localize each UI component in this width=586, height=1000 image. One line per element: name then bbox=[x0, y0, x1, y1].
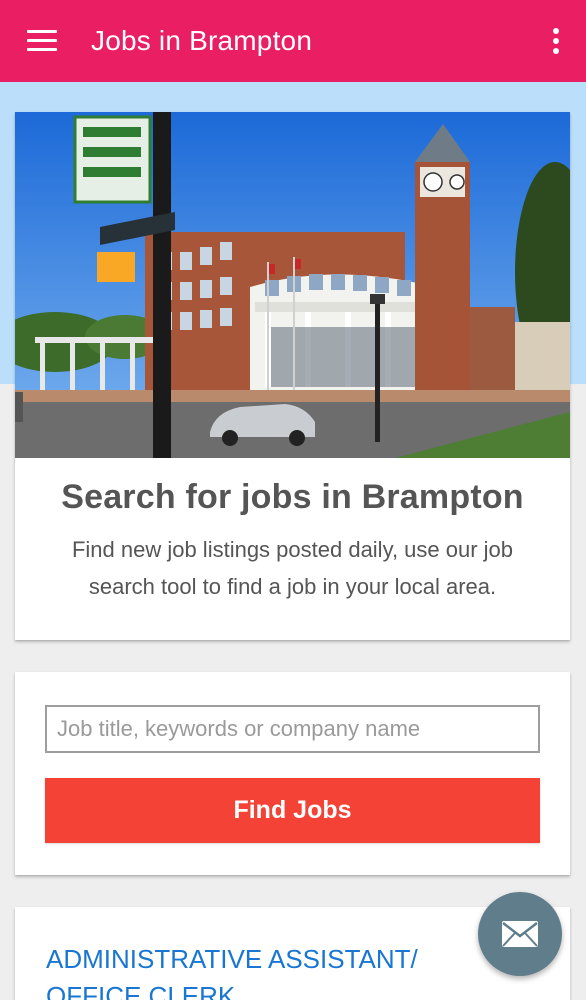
menu-button[interactable] bbox=[0, 0, 84, 82]
overflow-menu-button[interactable] bbox=[526, 0, 586, 82]
hero-description: Find new job listings posted daily, use … bbox=[71, 537, 514, 599]
job-search-input[interactable] bbox=[45, 705, 540, 753]
hero-title: Search for jobs in Brampton bbox=[61, 478, 524, 516]
city-hall-image bbox=[15, 112, 570, 458]
mail-icon bbox=[502, 921, 538, 947]
search-card: Find Jobs bbox=[15, 672, 570, 875]
job-listing-title-link[interactable]: ADMINISTRATIVE ASSISTANT/ OFFICE CLERK..… bbox=[46, 941, 516, 1000]
hamburger-menu-icon bbox=[27, 30, 57, 52]
app-bar: Jobs in Brampton bbox=[0, 0, 586, 82]
hero-card: Search for jobs in Brampton Find new job… bbox=[15, 112, 570, 640]
email-fab[interactable] bbox=[478, 892, 562, 976]
app-title: Jobs in Brampton bbox=[91, 25, 313, 56]
more-vert-icon bbox=[553, 28, 559, 54]
find-jobs-button[interactable]: Find Jobs bbox=[45, 778, 540, 843]
